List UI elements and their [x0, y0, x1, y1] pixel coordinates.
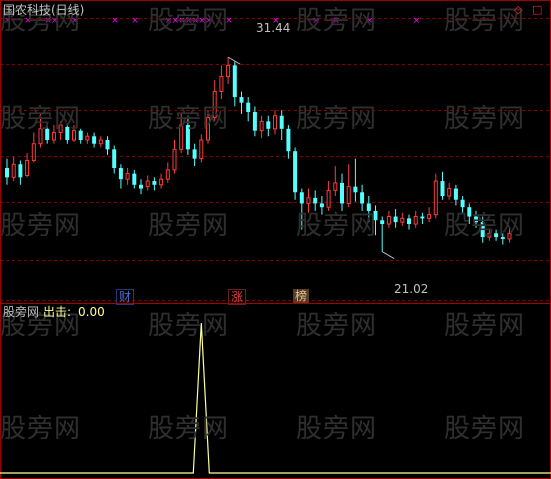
candle-body [440, 181, 445, 196]
candle-body [306, 197, 311, 204]
watermark: 股旁网 [444, 211, 526, 241]
restore-icon[interactable]: ◇ [514, 3, 522, 17]
candle-body [299, 192, 304, 204]
watermark: 股旁网 [148, 414, 230, 444]
watermark: 股旁网 [148, 104, 230, 134]
candle-body [239, 97, 244, 103]
event-tag-finance[interactable]: 财 [116, 289, 135, 305]
candle-body [393, 216, 398, 223]
candle-body [427, 214, 432, 219]
candle-body [18, 164, 23, 178]
candle-body [172, 148, 177, 171]
candle-body [407, 218, 411, 224]
candle-body [353, 186, 358, 193]
watermark: 股旁网 [296, 311, 378, 341]
candle-body [447, 188, 452, 197]
watermark: 股旁网 [296, 211, 378, 241]
candle-body [159, 178, 164, 186]
candle-body [199, 139, 204, 160]
chart-window: × × × × × × × × × × × × × × × × × × × × 股旁网 股旁网 股旁网 股旁网 股旁网… [0, 0, 551, 479]
candle-body [31, 143, 36, 162]
watermark: 股旁网 [296, 104, 378, 134]
candle-body [433, 180, 438, 216]
candle-body [400, 217, 405, 223]
candle-body [273, 115, 277, 130]
watermark: 股旁网 [296, 6, 378, 36]
candle-body [380, 220, 385, 224]
candle-body [219, 76, 224, 92]
indicator-value: 0.00 [78, 305, 105, 319]
candle-body [252, 112, 257, 131]
event-tag-list[interactable]: 榜 [293, 289, 310, 303]
candle-body [293, 151, 298, 193]
candle-body [333, 182, 338, 191]
close-icon[interactable]: □ [532, 3, 542, 17]
watermark: 股旁网 [0, 104, 82, 134]
candle-body [313, 197, 318, 204]
signal-x-mark: × [131, 16, 139, 26]
indicator-source: 股旁网 [3, 305, 40, 319]
watermark: 股旁网 [296, 414, 378, 444]
candle-body [226, 64, 231, 78]
candle-body [246, 102, 251, 112]
candle-body [132, 173, 137, 185]
candle-body [11, 163, 16, 178]
high-marker-line [227, 56, 241, 65]
candle-body [92, 136, 97, 144]
candle-body [420, 216, 425, 219]
candle-body [118, 168, 123, 180]
candle-body [340, 182, 344, 204]
watermark: 股旁网 [0, 414, 82, 444]
watermark: 股旁网 [0, 211, 82, 241]
candle-body [152, 181, 157, 185]
candle-body [145, 180, 150, 188]
indicator-name: 出击: [43, 305, 72, 319]
candle-body [386, 216, 391, 225]
candle-body [25, 160, 30, 176]
watermark: 股旁网 [148, 211, 230, 241]
candle-body [165, 169, 170, 180]
candle-body [360, 192, 365, 204]
watermark: 股旁网 [148, 311, 230, 341]
watermark: 股旁网 [444, 311, 526, 341]
candle-body [105, 140, 110, 150]
candle-body [192, 149, 197, 159]
candle-body [286, 128, 291, 152]
candle-body [232, 65, 237, 98]
candle-body [279, 115, 284, 129]
event-tag-rise[interactable]: 涨 [228, 289, 247, 305]
candle-body [259, 120, 264, 132]
candle-body [85, 135, 90, 141]
candle-body [125, 173, 130, 180]
candle-body [266, 121, 271, 129]
candle-body [139, 184, 143, 189]
candle-body [413, 216, 418, 225]
low-marker-line [381, 251, 395, 260]
high-price-label: 31.44 [256, 21, 291, 35]
chart-title: 国农科技(日线) [3, 3, 85, 17]
candle-body [346, 186, 351, 204]
indicator-line [0, 322, 551, 474]
candle-body [453, 188, 458, 200]
watermark: 股旁网 [444, 104, 526, 134]
watermark: 股旁网 [444, 6, 526, 36]
signal-x-mark: × [413, 16, 421, 26]
candle-body [5, 168, 9, 178]
low-price-label: 21.02 [394, 282, 429, 296]
signal-x-mark: × [111, 16, 119, 26]
candle-body [98, 139, 103, 145]
candle-body [112, 149, 117, 168]
watermark: 股旁网 [148, 6, 230, 36]
watermark: 股旁网 [444, 414, 526, 444]
